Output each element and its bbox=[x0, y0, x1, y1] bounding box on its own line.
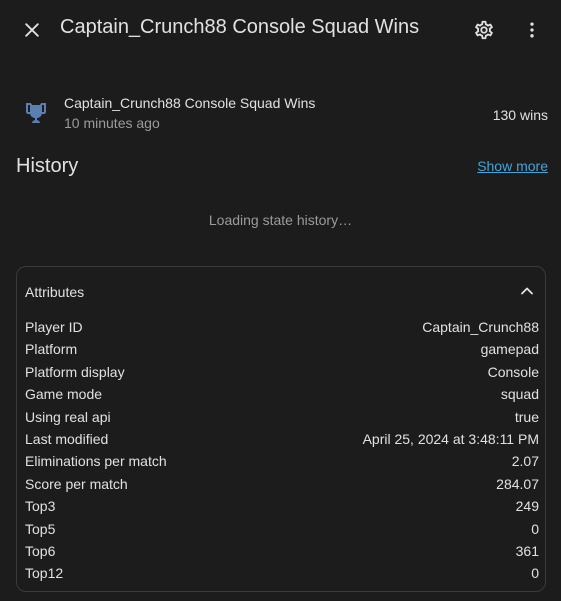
attribute-key: Platform display bbox=[25, 363, 125, 380]
more-options-button[interactable] bbox=[512, 10, 552, 50]
attribute-value: 361 bbox=[515, 542, 539, 559]
show-more-link[interactable]: Show more bbox=[477, 158, 548, 174]
attribute-row: Platform gamepad bbox=[25, 339, 539, 361]
attribute-row: Last modified April 25, 2024 at 3:48:11 … bbox=[25, 429, 539, 451]
entity-name: Captain_Crunch88 Console Squad Wins bbox=[64, 95, 316, 111]
attribute-value: 0 bbox=[531, 565, 539, 582]
attribute-value: April 25, 2024 at 3:48:11 PM bbox=[362, 430, 539, 447]
more-vertical-icon bbox=[530, 22, 534, 38]
attribute-row: Eliminations per match 2.07 bbox=[25, 451, 539, 473]
attributes-list: Player ID Captain_Crunch88 Platform game… bbox=[25, 317, 539, 586]
attribute-row: Top12 0 bbox=[25, 563, 539, 585]
attribute-row: Game mode squad bbox=[25, 384, 539, 406]
attribute-row: Top6 361 bbox=[25, 541, 539, 563]
attribute-key: Top12 bbox=[25, 565, 64, 582]
attribute-value: 284.07 bbox=[496, 475, 539, 492]
attribute-value: Console bbox=[487, 363, 539, 380]
attribute-value: true bbox=[514, 408, 539, 425]
attribute-row: Top3 249 bbox=[25, 496, 539, 518]
attribute-value: 249 bbox=[515, 498, 539, 515]
entity-row: Captain_Crunch88 Console Squad Wins 10 m… bbox=[0, 90, 561, 140]
attribute-key: Top5 bbox=[25, 520, 56, 537]
attribute-key: Game mode bbox=[25, 386, 103, 403]
attribute-row: Score per match 284.07 bbox=[25, 474, 539, 496]
attributes-heading: Attributes bbox=[25, 284, 85, 300]
attribute-value: 0 bbox=[531, 520, 539, 537]
history-heading: History bbox=[16, 155, 79, 177]
settings-button[interactable] bbox=[464, 10, 504, 50]
gear-icon bbox=[475, 20, 493, 40]
attribute-value: Captain_Crunch88 bbox=[422, 319, 539, 335]
close-button[interactable] bbox=[12, 10, 52, 50]
chevron-up-icon bbox=[521, 287, 533, 295]
attribute-value: squad bbox=[500, 386, 539, 403]
attribute-row: Using real api true bbox=[25, 407, 539, 429]
entity-state: 130 wins bbox=[492, 107, 548, 123]
attribute-key: Using real api bbox=[25, 408, 111, 425]
close-icon bbox=[25, 23, 39, 37]
dialog-header: Captain_Crunch88 Console Squad Wins bbox=[0, 0, 561, 60]
attribute-key: Top3 bbox=[25, 498, 56, 515]
history-loading-text: Loading state history… bbox=[208, 212, 353, 228]
attribute-key: Player ID bbox=[25, 319, 83, 335]
attributes-toggle[interactable]: Attributes bbox=[17, 267, 545, 315]
attribute-row: Platform display Console bbox=[25, 362, 539, 384]
attribute-value: 2.07 bbox=[511, 453, 539, 470]
attribute-key: Last modified bbox=[25, 430, 109, 447]
attribute-key: Top6 bbox=[25, 542, 56, 559]
entity-last-changed: 10 minutes ago bbox=[64, 115, 160, 131]
attribute-key: Eliminations per match bbox=[25, 453, 167, 470]
attribute-key: Platform bbox=[25, 341, 78, 358]
attribute-row: Player ID Captain_Crunch88 bbox=[25, 317, 539, 339]
attributes-panel: Attributes Player ID Captain_Crunch88 Pl… bbox=[16, 266, 546, 592]
attribute-row: Top5 0 bbox=[25, 519, 539, 541]
attribute-key: Score per match bbox=[25, 475, 128, 492]
attribute-value: gamepad bbox=[480, 341, 539, 358]
trophy-icon bbox=[26, 103, 46, 123]
dialog-title: Captain_Crunch88 Console Squad Wins bbox=[60, 16, 420, 38]
